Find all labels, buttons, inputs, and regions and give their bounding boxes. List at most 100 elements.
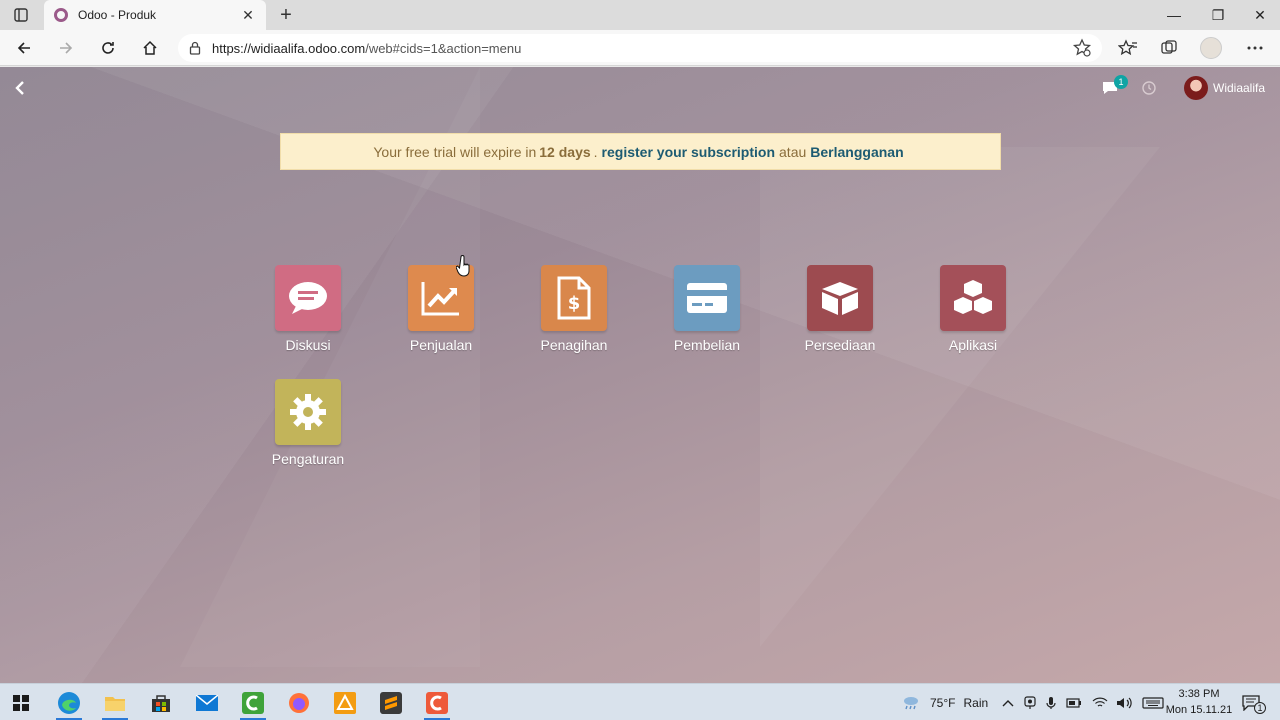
- app-tile[interactable]: [940, 265, 1006, 331]
- app-label: Penjualan: [409, 337, 473, 353]
- back-button[interactable]: [10, 36, 38, 60]
- url-host: https://widiaalifa.odoo.com: [212, 40, 366, 56]
- tab-actions-button[interactable]: [8, 5, 34, 25]
- window-restore-button[interactable]: ❐: [1196, 0, 1240, 30]
- address-bar[interactable]: https://widiaalifa.odoo.com/web#cids=1&a…: [178, 34, 1102, 62]
- tab-title: Odoo - Produk: [78, 8, 157, 22]
- app-label: Pengaturan: [271, 451, 345, 467]
- recorder-icon: [426, 692, 448, 714]
- weather-temp: 75°F: [930, 695, 956, 710]
- weather-text: Rain: [963, 695, 989, 710]
- collections-button[interactable]: [1158, 38, 1180, 58]
- volume-icon[interactable]: [1116, 697, 1132, 709]
- chat-bubble-icon: [289, 282, 327, 314]
- clock-time: 3:38 PM: [1178, 688, 1220, 700]
- app-label: Persediaan: [804, 337, 876, 353]
- app-tile[interactable]: $: [541, 265, 607, 331]
- taskbar-edge[interactable]: [52, 688, 86, 720]
- taskbar-firefox[interactable]: [282, 688, 316, 718]
- browser-toolbar: https://widiaalifa.odoo.com/web#cids=1&a…: [0, 30, 1280, 66]
- app-tile[interactable]: [275, 265, 341, 331]
- favorites-icon: [1118, 39, 1137, 56]
- trend-chart-icon: [421, 282, 459, 316]
- box-icon: [822, 282, 858, 315]
- browser-tab-strip: Odoo - Produk ✕ + — ❐ ✕: [0, 0, 1280, 30]
- odoo-favicon-icon: [54, 8, 68, 22]
- hand-cursor-icon: [456, 255, 470, 277]
- home-button[interactable]: [136, 36, 164, 60]
- trial-days-text: 12 days: [539, 143, 591, 160]
- refresh-button[interactable]: [94, 36, 122, 60]
- trial-prefix-text: Your free trial will expire in: [373, 143, 537, 160]
- taskbar-camtasia-recorder[interactable]: [420, 688, 454, 720]
- app-tile[interactable]: [674, 265, 740, 331]
- app-persediaan[interactable]: Persediaan: [790, 265, 890, 353]
- profile-avatar-icon: [1200, 37, 1222, 59]
- url-text[interactable]: https://widiaalifa.odoo.com/web#cids=1&a…: [212, 41, 1072, 56]
- settings-more-button[interactable]: [1244, 38, 1266, 58]
- app-pembelian[interactable]: Pembelian: [657, 265, 757, 353]
- background-shard: [760, 147, 1160, 647]
- taskbar-store[interactable]: [144, 688, 178, 718]
- taskbar-sublime[interactable]: [374, 688, 408, 718]
- arrow-left-icon: [17, 42, 30, 54]
- tab-close-icon[interactable]: ✕: [240, 7, 256, 24]
- action-center-button[interactable]: 1: [1242, 684, 1266, 720]
- invoice-dollar-icon: $: [557, 276, 591, 320]
- app-tile[interactable]: [275, 379, 341, 445]
- credit-card-icon: [687, 283, 727, 313]
- favorites-button[interactable]: [1117, 38, 1139, 58]
- app-label: Penagihan: [540, 337, 608, 353]
- webcam-icon[interactable]: [1024, 695, 1036, 710]
- home-icon: [143, 40, 157, 55]
- forward-button[interactable]: [52, 36, 80, 60]
- app-penjualan[interactable]: Penjualan: [391, 265, 491, 353]
- taskbar-clock[interactable]: 3:38 PM Mon 15.11.21: [1160, 686, 1238, 718]
- start-button[interactable]: [4, 688, 38, 718]
- app-pengaturan[interactable]: Pengaturan: [258, 379, 358, 467]
- microphone-icon[interactable]: [1046, 696, 1056, 710]
- weather-rain-icon: [904, 696, 918, 709]
- subscribe-link[interactable]: Berlangganan: [810, 144, 903, 160]
- clock-date: Mon 15.11.21: [1165, 704, 1233, 716]
- camtasia-icon: [242, 692, 264, 714]
- new-tab-button[interactable]: +: [274, 3, 298, 27]
- url-path: /web#cids=1&action=menu: [365, 40, 522, 56]
- taskbar-mail[interactable]: [190, 688, 224, 718]
- taskbar-app-triangle[interactable]: [328, 688, 362, 718]
- app-label: Aplikasi: [948, 337, 998, 353]
- weather-widget[interactable]: 75°F Rain: [902, 684, 988, 720]
- browser-tab-active[interactable]: Odoo - Produk ✕: [44, 0, 266, 30]
- sublime-text-icon: [380, 692, 402, 714]
- app-tile[interactable]: [807, 265, 873, 331]
- gear-icon: [290, 394, 326, 430]
- store-bag-icon: [152, 695, 170, 712]
- firefox-icon: [289, 693, 309, 713]
- app-diskusi[interactable]: Diskusi: [258, 265, 358, 353]
- taskbar-file-explorer[interactable]: [98, 688, 132, 720]
- app-label: Diskusi: [285, 337, 331, 353]
- taskbar-camtasia[interactable]: [236, 688, 270, 720]
- app-aplikasi[interactable]: Aplikasi: [923, 265, 1023, 353]
- activity-clock-icon[interactable]: [1142, 81, 1156, 95]
- profile-button[interactable]: [1200, 37, 1222, 59]
- register-subscription-link[interactable]: register your subscription: [602, 144, 775, 160]
- app-penagihan[interactable]: $ Penagihan: [524, 265, 624, 353]
- window-close-button[interactable]: ✕: [1238, 0, 1280, 30]
- trial-or-text: atau: [779, 143, 807, 160]
- lock-icon[interactable]: [188, 41, 202, 55]
- wifi-icon[interactable]: [1092, 697, 1108, 709]
- system-tray: [1002, 684, 1164, 720]
- windows-taskbar: 75°F Rain 3:38 PM Mon 15.11.21 1: [0, 683, 1280, 720]
- folder-icon: [105, 697, 125, 711]
- user-menu-name[interactable]: Widiaalifa: [1213, 81, 1265, 95]
- chevron-up-icon[interactable]: [1002, 699, 1014, 707]
- battery-icon[interactable]: [1066, 697, 1082, 709]
- app-label: Pembelian: [673, 337, 741, 353]
- window-minimize-button[interactable]: —: [1152, 0, 1196, 30]
- add-favorite-icon[interactable]: [1072, 38, 1092, 58]
- back-to-app-icon[interactable]: [12, 79, 30, 97]
- more-dots-icon: [1247, 46, 1263, 50]
- user-avatar[interactable]: [1184, 76, 1208, 100]
- edge-browser-icon: [58, 692, 80, 714]
